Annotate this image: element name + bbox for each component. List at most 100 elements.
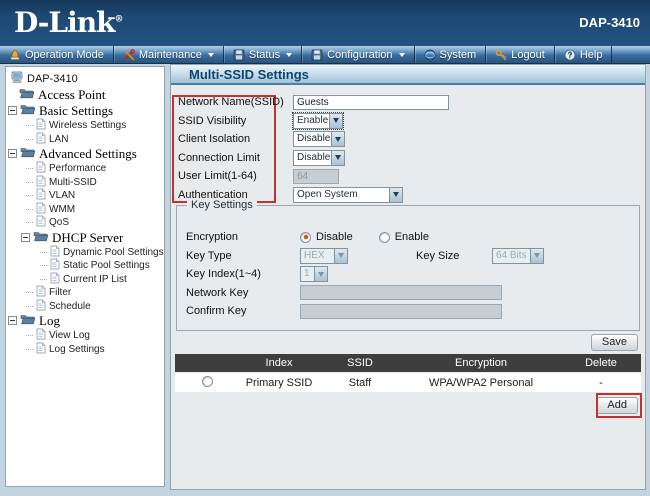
collapse-minus-icon[interactable] xyxy=(8,146,17,162)
tree-node-lan[interactable]: LAN xyxy=(6,133,164,147)
encryption-disable-radio[interactable] xyxy=(300,232,311,243)
tree-node-log[interactable]: Log xyxy=(6,313,164,329)
nav-operation-mode[interactable]: Operation Mode xyxy=(0,46,114,63)
dropdown-arrow-icon xyxy=(530,249,543,263)
tree-label: DHCP Server xyxy=(52,230,123,246)
tree-node-vlan[interactable]: VLAN xyxy=(6,189,164,203)
tree-connector xyxy=(26,222,33,223)
tree-node-filter[interactable]: Filter xyxy=(6,286,164,300)
tree-node-performance[interactable]: Performance xyxy=(6,162,164,176)
dropdown-arrow-icon[interactable] xyxy=(331,151,344,165)
dropdown-arrow-icon[interactable] xyxy=(389,188,402,202)
tree-connector xyxy=(26,195,33,196)
row-encryption-cell: WPA/WPA2 Personal xyxy=(401,377,561,389)
tree-connector xyxy=(26,349,33,350)
tree-label: Access Point xyxy=(38,87,106,103)
form-row-user-limit: User Limit(1-64) xyxy=(171,167,639,186)
folder-icon xyxy=(20,313,36,329)
nav-logout[interactable]: Logout xyxy=(486,46,555,63)
tree-node-schedule[interactable]: Schedule xyxy=(6,300,164,314)
tree-connector xyxy=(26,306,33,307)
select-value: Disable xyxy=(294,132,331,146)
dropdown-arrow-icon[interactable] xyxy=(331,132,344,146)
row-select-radio[interactable] xyxy=(202,376,213,387)
form-row-ssid-visibility: SSID Visibility Enable xyxy=(171,112,639,131)
tree-connector xyxy=(26,168,33,169)
select-value: Disable xyxy=(294,151,331,165)
app-window: D-Link® DAP-3410 Operation Mode Maintena… xyxy=(0,0,650,496)
registered-mark: ® xyxy=(115,15,124,25)
collapse-minus-icon[interactable] xyxy=(8,313,17,329)
ssid-table-header: Index SSID Encryption Delete xyxy=(175,354,641,372)
tree-connector xyxy=(26,209,33,210)
tree-node-dynamic-pool-settings[interactable]: Dynamic Pool Settings xyxy=(6,246,164,260)
network-name-input[interactable] xyxy=(293,95,449,110)
tree-connector xyxy=(26,292,33,293)
tree-label: QoS xyxy=(49,217,69,228)
brand-text: D-Link xyxy=(14,6,115,39)
tree-node-advanced-settings[interactable]: Advanced Settings xyxy=(6,146,164,162)
floppy-disk-icon xyxy=(233,49,245,61)
tree-node-basic-settings[interactable]: Basic Settings xyxy=(6,103,164,119)
folder-icon xyxy=(19,87,35,103)
tree-label: Performance xyxy=(49,163,106,174)
client-isolation-select[interactable]: Disable xyxy=(293,131,345,147)
tree-label: WMM xyxy=(49,204,75,215)
maintenance-tools-icon xyxy=(123,49,135,61)
nav-status[interactable]: Status xyxy=(224,46,302,63)
nav-label: Logout xyxy=(511,49,545,61)
form-row-key-type: Key Type HEX Key Size 64 Bits xyxy=(177,247,639,266)
save-button[interactable]: Save xyxy=(591,334,638,351)
dropdown-arrow-icon[interactable] xyxy=(329,114,342,128)
tree-connector xyxy=(40,279,47,280)
encryption-disable-label: Disable xyxy=(316,231,353,243)
tree-node-qos[interactable]: QoS xyxy=(6,216,164,230)
authentication-select[interactable]: Open System xyxy=(293,187,403,203)
key-settings-legend: Key Settings xyxy=(187,199,257,211)
form-row-network-name: Network Name(SSID) xyxy=(171,93,639,112)
tree-label: Current IP List xyxy=(63,274,127,285)
tree-node-wireless-settings[interactable]: Wireless Settings xyxy=(6,119,164,133)
folder-icon xyxy=(20,146,36,162)
dlink-logo: D-Link® xyxy=(14,6,124,39)
tree-connector xyxy=(26,125,33,126)
tree-node-wmm[interactable]: WMM xyxy=(6,203,164,217)
collapse-minus-icon[interactable] xyxy=(8,103,17,119)
tree-node-current-ip-list[interactable]: Current IP List xyxy=(6,273,164,287)
tree-node-view-log[interactable]: View Log xyxy=(6,329,164,343)
tree-node-dhcp-server[interactable]: DHCP Server xyxy=(6,230,164,246)
main-panel: Multi-SSID Settings Network Name(SSID) S… xyxy=(170,64,646,490)
tree-node-device-root[interactable]: DAP-3410 xyxy=(6,71,164,87)
tree-label: Log Settings xyxy=(49,344,105,355)
add-button[interactable]: Add xyxy=(596,397,638,414)
encryption-label: Encryption xyxy=(177,231,300,243)
dropdown-arrow-icon xyxy=(334,249,347,263)
top-nav: Operation Mode Maintenance Status Config… xyxy=(0,46,650,64)
connection-limit-select[interactable]: Disable xyxy=(293,150,345,166)
tree-node-static-pool-settings[interactable]: Static Pool Settings xyxy=(6,259,164,273)
tree-node-log-settings[interactable]: Log Settings xyxy=(6,343,164,357)
tree-node-multi-ssid[interactable]: Multi-SSID xyxy=(6,176,164,190)
ssid-visibility-select[interactable]: Enable xyxy=(293,113,343,129)
row-delete-cell: - xyxy=(561,377,641,389)
device-model: DAP-3410 xyxy=(579,15,640,30)
collapse-minus-icon[interactable] xyxy=(21,230,30,246)
nav-label: Maintenance xyxy=(139,49,202,61)
sidebar-tree: DAP-3410 Access Point Basic Settings Wir… xyxy=(5,66,165,487)
client-isolation-label: Client Isolation xyxy=(171,133,293,145)
nav-maintenance[interactable]: Maintenance xyxy=(114,46,224,63)
key-index-select: 1 xyxy=(300,266,328,282)
page-icon xyxy=(36,299,46,314)
nav-configuration[interactable]: Configuration xyxy=(302,46,414,63)
page-title: Multi-SSID Settings xyxy=(171,65,645,85)
tree-node-access-point[interactable]: Access Point xyxy=(6,87,164,103)
form-row-key-index: Key Index(1~4) 1 xyxy=(177,265,639,284)
index-column-header: Index xyxy=(239,357,319,369)
tree-connector xyxy=(26,182,33,183)
network-key-label: Network Key xyxy=(177,287,300,299)
encryption-enable-radio[interactable] xyxy=(379,232,390,243)
ssid-visibility-label: SSID Visibility xyxy=(171,115,293,127)
nav-help[interactable]: ? Help xyxy=(555,46,613,63)
tree-label: Filter xyxy=(49,287,71,298)
nav-system[interactable]: System xyxy=(415,46,487,63)
